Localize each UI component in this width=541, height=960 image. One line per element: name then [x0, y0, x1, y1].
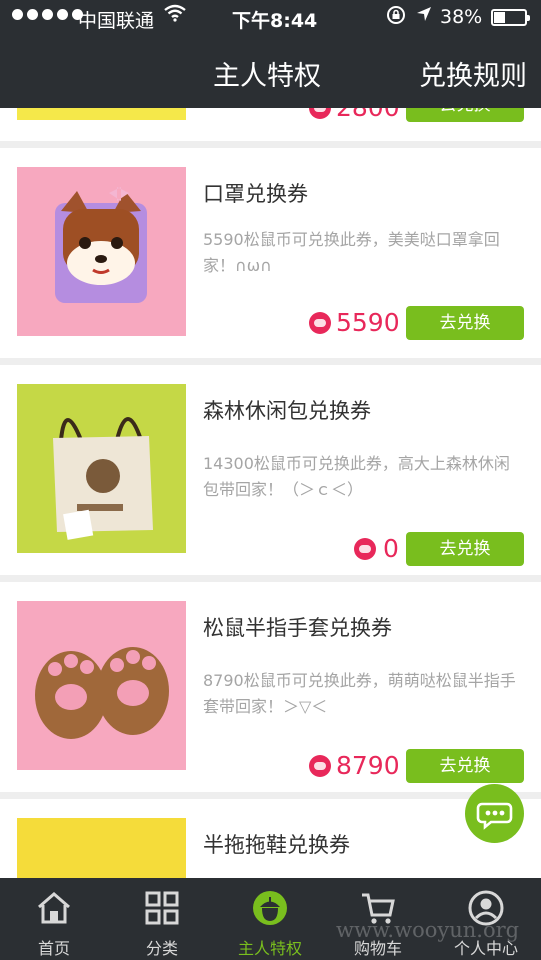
tab-label: 主人特权	[237, 939, 302, 958]
redeem-button[interactable]: 去兑换	[406, 306, 524, 340]
coin-icon	[309, 108, 331, 119]
list-item-partial: 2800 去兑换	[0, 108, 541, 141]
price: 8790	[336, 751, 400, 780]
signal-strength-icon	[12, 9, 83, 20]
tab-label: 首页	[37, 939, 70, 958]
acorn-icon	[253, 891, 287, 925]
list-item: 口罩兑换券 5590松鼠币可兑换此券，美美哒口罩拿回家！∩ω∩ 5590 去兑换	[0, 148, 541, 358]
list-item: 半拖拖鞋兑换券	[0, 799, 541, 878]
watermark: www.wooyun.org	[336, 918, 520, 942]
exchange-rules-button[interactable]: 兑换规则	[419, 54, 527, 93]
battery-percent: 38%	[440, 6, 483, 28]
wifi-icon	[164, 4, 186, 27]
coin-icon	[309, 755, 331, 777]
product-thumbnail	[17, 601, 186, 770]
rotation-lock-icon	[386, 5, 406, 30]
product-description: 5590松鼠币可兑换此券，美美哒口罩拿回家！∩ω∩	[203, 230, 500, 275]
price: 5590	[336, 308, 400, 337]
tab-category[interactable]: 分类	[108, 878, 216, 960]
product-thumbnail	[17, 167, 186, 336]
slippers-image	[17, 818, 186, 878]
list-item: 松鼠半指手套兑换券 8790松鼠币可兑换此券，萌萌哒松鼠半指手套带回家！＞▽＜ …	[0, 582, 541, 792]
product-title: 松鼠半指手套兑换券	[203, 616, 392, 640]
top-bar: 中国联通 下午8:44 38% 主人特权 兑换规则	[0, 0, 541, 108]
product-title: 口罩兑换券	[203, 182, 308, 206]
product-title: 森林休闲包兑换券	[203, 399, 371, 423]
bag-image	[17, 384, 186, 553]
voucher-list[interactable]: 2800 去兑换 口罩兑换券 5590松鼠币可兑换此券，美美哒口罩拿回家！∩ω∩…	[0, 108, 541, 878]
product-title: 半拖拖鞋兑换券	[203, 833, 350, 857]
page-title: 主人特权	[213, 61, 321, 92]
product-thumbnail	[17, 108, 186, 120]
price: 2800	[336, 108, 400, 122]
coin-icon	[354, 538, 376, 560]
product-thumbnail	[17, 384, 186, 553]
tab-master-privilege[interactable]: 主人特权	[216, 878, 324, 960]
status-bar: 中国联通 下午8:44 38%	[0, 0, 541, 36]
chat-button[interactable]	[465, 784, 524, 843]
product-description: 8790松鼠币可兑换此券，萌萌哒松鼠半指手套带回家！＞▽＜	[203, 671, 516, 716]
gloves-image	[17, 601, 186, 770]
redeem-button[interactable]: 去兑换	[406, 749, 524, 783]
location-arrow-icon	[415, 5, 433, 28]
list-item: 森林休闲包兑换券 14300松鼠币可兑换此券，高大上森林休闲包带回家！（＞ｃ＜）…	[0, 365, 541, 575]
product-thumbnail	[17, 818, 186, 878]
home-icon	[38, 892, 70, 924]
redeem-button[interactable]: 去兑换	[406, 108, 524, 122]
price: 0	[383, 534, 399, 563]
product-description: 14300松鼠币可兑换此券，高大上森林休闲包带回家！（＞ｃ＜）	[203, 454, 510, 499]
redeem-button[interactable]: 去兑换	[406, 532, 524, 566]
grid-icon	[145, 891, 179, 925]
coin-icon	[309, 312, 331, 334]
mask-image	[17, 167, 186, 336]
battery-icon	[491, 9, 530, 26]
tab-label: 分类	[145, 939, 178, 958]
clock: 下午8:44	[232, 10, 318, 32]
tab-home[interactable]: 首页	[0, 878, 108, 960]
carrier-name: 中国联通	[78, 10, 155, 32]
chat-bubble-icon	[476, 802, 513, 830]
